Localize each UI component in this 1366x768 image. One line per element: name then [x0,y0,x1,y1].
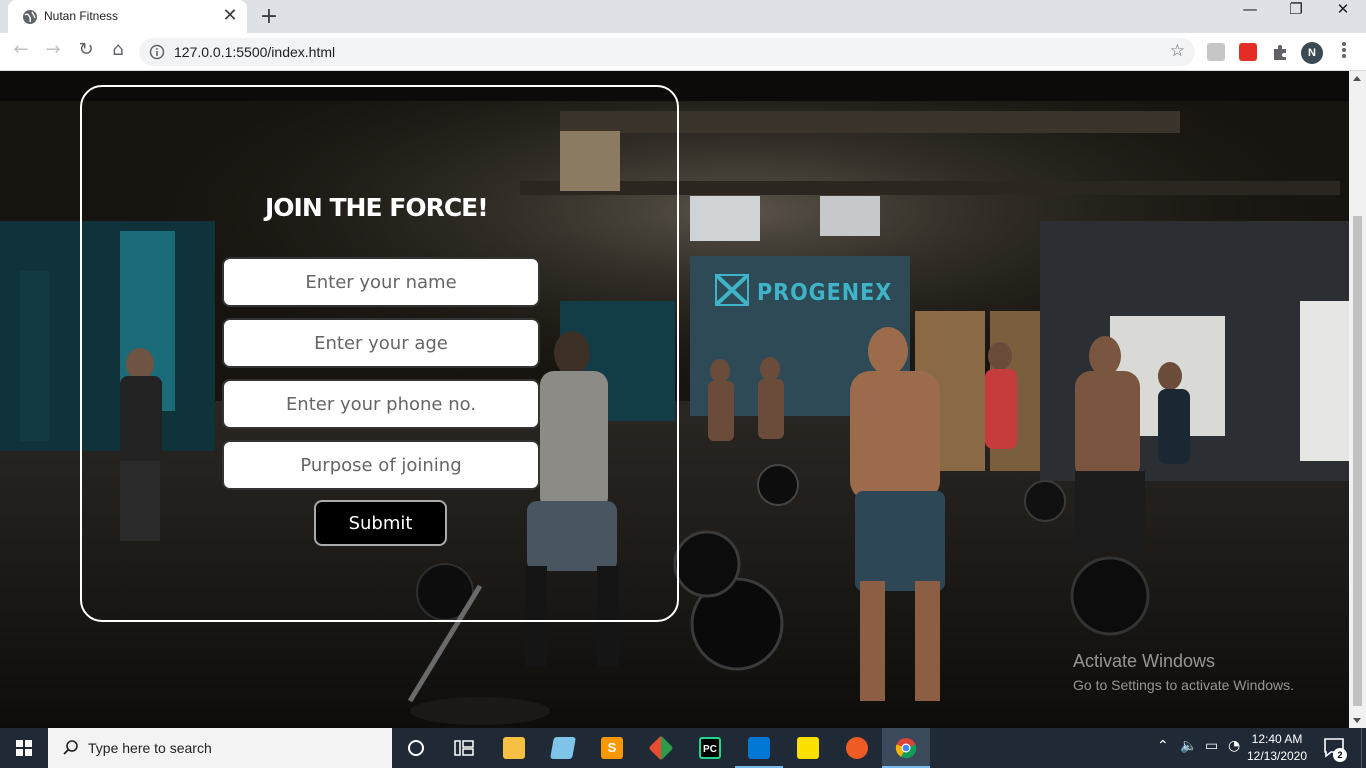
globe-icon [23,10,37,24]
show-desktop-button[interactable] [1361,728,1366,768]
address-bar[interactable]: 127.0.0.1:5500/index.html ☆ [139,38,1195,66]
folder-icon [503,737,525,759]
clock-date: 12/13/2020 [1246,749,1308,763]
sublime-text-icon[interactable]: S [588,728,636,768]
chevron-up-icon[interactable]: ⌃ [1157,738,1169,754]
notepad-glyph-icon [550,737,576,759]
submit-button[interactable]: Submit [314,500,447,546]
clock-time: 12:40 AM [1251,732,1303,746]
back-button[interactable]: ← [8,39,34,65]
progenex-logo-icon [715,274,749,306]
forward-button[interactable]: → [40,39,66,65]
browser-toolbar: ← → ↻ ⌂ 127.0.0.1:5500/index.html ☆ N [0,33,1366,71]
restore-button[interactable]: ❐ [1273,0,1319,30]
browser-tab[interactable]: Nutan Fitness ✕ [8,0,247,33]
network-icon[interactable]: ◔ [1228,738,1240,754]
scroll-down-arrow-icon[interactable] [1353,718,1361,723]
page-scrollbar[interactable] [1349,71,1366,728]
name-input[interactable] [222,257,540,307]
windows-start-icon[interactable] [0,728,48,768]
progenex-sign: PROGENEX [757,280,893,306]
search-icon [63,740,78,755]
home-button[interactable]: ⌂ [105,39,131,65]
taskbar-search-box[interactable]: Type here to search [48,728,392,768]
profile-avatar[interactable]: N [1301,42,1323,64]
file-explorer-icon[interactable] [490,728,538,768]
minimize-button[interactable]: — [1227,0,1273,30]
pycharm-icon[interactable]: PC [686,728,734,768]
search-placeholder: Type here to search [88,740,212,756]
notepad-app-icon[interactable] [539,728,587,768]
volume-icon[interactable]: 🔈 [1180,738,1197,754]
sticky-glyph-icon [797,737,819,759]
info-icon[interactable] [149,44,165,60]
windows-taskbar: Type here to search S PC ⌃ 🔈 ▭ ◔ 12:40 A… [0,728,1366,768]
tab-strip: Nutan Fitness ✕ + — ❐ ✕ [0,0,1366,33]
close-window-button[interactable]: ✕ [1320,0,1366,30]
notification-count-badge: 2 [1333,748,1347,762]
new-tab-button[interactable]: + [257,5,281,29]
system-clock[interactable]: 12:40 AM 12/13/2020 [1246,731,1308,765]
scroll-thumb[interactable] [1353,216,1362,706]
postman-glyph-icon [846,737,868,759]
menu-dots-icon[interactable] [1334,40,1354,64]
purpose-input[interactable] [222,440,540,490]
page-viewport: PROGENEX JOIN THE FORCE! Submit Activate… [0,71,1349,728]
activate-windows-subtitle: Go to Settings to activate Windows. [1073,677,1294,693]
age-input[interactable] [222,318,540,368]
puzzle-extensions-icon[interactable] [1271,43,1289,61]
close-tab-icon[interactable]: ✕ [220,6,240,26]
chrome-icon[interactable] [882,728,930,768]
battery-icon[interactable]: ▭ [1205,738,1218,754]
phone-input[interactable] [222,379,540,429]
form-title: JOIN THE FORCE! [265,193,489,222]
sticky-notes-icon[interactable] [784,728,832,768]
vscode-glyph-icon [748,737,770,759]
translate-extension-icon[interactable] [1207,43,1225,61]
git-icon[interactable] [637,728,685,768]
chrome-logo-icon [895,738,917,759]
activate-windows-title: Activate Windows [1073,651,1216,671]
scroll-up-arrow-icon[interactable] [1353,76,1361,81]
postman-icon[interactable] [833,728,881,768]
url-text[interactable]: 127.0.0.1:5500/index.html [174,44,335,60]
join-form-card: JOIN THE FORCE! Submit [80,85,679,622]
vscode-icon[interactable] [735,728,783,768]
cortana-icon[interactable] [392,728,440,768]
task-view-icon[interactable] [440,728,488,768]
sublime-glyph-icon: S [601,737,623,759]
tab-title: Nutan Fitness [44,9,119,23]
youtube-extension-icon[interactable] [1239,43,1257,61]
reload-button[interactable]: ↻ [73,39,99,65]
star-icon[interactable]: ☆ [1170,41,1185,61]
git-glyph-icon [648,735,674,761]
pycharm-glyph-icon: PC [699,737,721,759]
